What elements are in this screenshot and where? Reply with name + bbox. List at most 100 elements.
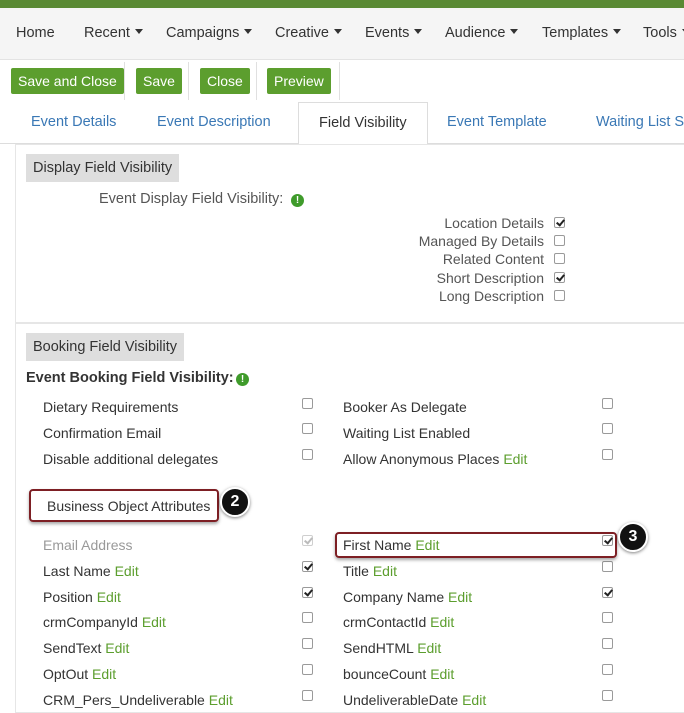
optout-label: OptOut [43, 666, 89, 682]
title-checkbox[interactable] [602, 561, 613, 572]
tab-waiting-list-settings[interactable]: Waiting List Se [596, 102, 684, 144]
nav-templates[interactable]: Templates [542, 8, 622, 60]
tab-event-description[interactable]: Event Description [157, 102, 271, 144]
caret-down-icon [134, 28, 143, 34]
nav-home-label: Home [16, 25, 55, 41]
short-description-checkbox[interactable] [554, 272, 565, 283]
nav-creative-label: Creative [275, 25, 329, 41]
attribute-label: SendHTML Edit [343, 640, 441, 656]
step-3-badge: 3 [618, 522, 648, 552]
display-visibility-label: Event Display Field Visibility: [99, 191, 284, 207]
edit-link[interactable]: Edit [417, 640, 441, 656]
undeliverabledate-checkbox[interactable] [602, 690, 613, 701]
nav-tools[interactable]: Tools [643, 8, 684, 60]
save-and-close-button[interactable]: Save and Close [11, 68, 124, 94]
booking-field-label: Dietary Requirements [43, 399, 179, 415]
attribute-label: OptOut Edit [43, 666, 116, 682]
action-toolbar: Save and Close Save Close Preview [0, 60, 684, 102]
nav-audience[interactable]: Audience [445, 8, 519, 60]
edit-link[interactable]: Edit [448, 589, 472, 605]
location-details-checkbox[interactable] [554, 217, 565, 228]
crmcontactid-checkbox[interactable] [602, 612, 613, 623]
edit-link[interactable]: Edit [115, 563, 139, 579]
last-name-checkbox[interactable] [302, 561, 313, 572]
allow-anonymous-places-checkbox[interactable] [602, 449, 613, 460]
save-button[interactable]: Save [136, 68, 182, 94]
email-address-checkbox [302, 535, 313, 546]
booking-field-label: Booker As Delegate [343, 399, 467, 415]
display-field-label: Location Details [444, 215, 544, 231]
step-2-badge: 2 [220, 487, 250, 517]
attribute-label: Position Edit [43, 589, 121, 605]
nav-recent[interactable]: Recent [84, 8, 143, 60]
display-section-header: Display Field Visibility [26, 154, 180, 182]
dietary-requirements-checkbox[interactable] [302, 398, 313, 409]
managed-by-details-checkbox[interactable] [554, 235, 565, 246]
edit-link[interactable]: Edit [503, 451, 527, 467]
caret-down-icon [414, 28, 423, 34]
tab-event-template[interactable]: Event Template [447, 102, 547, 144]
attribute-label: UndeliverableDate Edit [343, 692, 486, 708]
crmcompanyid-label: crmCompanyId [43, 614, 138, 630]
crm-pers-undeliverable-label: CRM_Pers_Undeliverable [43, 692, 205, 708]
sendhtml-checkbox[interactable] [602, 638, 613, 649]
nav-home[interactable]: Home [16, 8, 55, 60]
toolbar-divider [188, 62, 189, 100]
long-description-checkbox[interactable] [554, 290, 565, 301]
tab-field-visibility[interactable]: Field Visibility [298, 102, 428, 145]
company-name-checkbox[interactable] [602, 587, 613, 598]
crm-pers-undeliverable-checkbox[interactable] [302, 690, 313, 701]
edit-link[interactable]: Edit [430, 666, 454, 682]
undeliverabledate-label: UndeliverableDate [343, 692, 459, 708]
bouncecount-label: bounceCount [343, 666, 427, 682]
nav-campaigns-label: Campaigns [166, 25, 240, 41]
display-field-label: Long Description [438, 288, 544, 304]
booking-field-label: Waiting List Enabled [343, 425, 471, 441]
edit-link[interactable]: Edit [373, 563, 397, 579]
edit-link[interactable]: Edit [92, 666, 116, 682]
crmcompanyid-checkbox[interactable] [302, 612, 313, 623]
preview-button[interactable]: Preview [267, 68, 331, 94]
booking-section-header: Booking Field Visibility [26, 333, 184, 361]
info-icon[interactable]: ! [236, 373, 249, 386]
edit-link[interactable]: Edit [142, 614, 166, 630]
booking-field-label: Allow Anonymous Places Edit [343, 451, 527, 467]
confirmation-email-checkbox[interactable] [302, 423, 313, 434]
nav-campaigns[interactable]: Campaigns [166, 8, 253, 60]
attribute-label: Email Address [43, 537, 132, 553]
attribute-label: bounceCount Edit [343, 666, 454, 682]
callout-highlight-2 [29, 489, 219, 522]
position-checkbox[interactable] [302, 587, 313, 598]
edit-link[interactable]: Edit [209, 692, 233, 708]
position-label: Position [43, 589, 93, 605]
allow-anonymous-places-label: Allow Anonymous Places [343, 451, 500, 467]
callout-highlight-3 [335, 532, 617, 558]
caret-down-icon [510, 28, 519, 34]
caret-down-icon [244, 28, 253, 34]
sendtext-label: SendText [43, 640, 102, 656]
edit-link[interactable]: Edit [430, 614, 454, 630]
info-icon[interactable]: ! [291, 194, 304, 207]
edit-link[interactable]: Edit [462, 692, 486, 708]
attribute-label: Last Name Edit [43, 563, 139, 579]
edit-link[interactable]: Edit [105, 640, 129, 656]
disable-additional-delegates-checkbox[interactable] [302, 449, 313, 460]
crmcontactid-label: crmContactId [343, 614, 427, 630]
booking-visibility-label: Event Booking Field Visibility: [26, 370, 234, 386]
bouncecount-checkbox[interactable] [602, 664, 613, 675]
edit-link[interactable]: Edit [97, 589, 121, 605]
last-name-label: Last Name [43, 563, 111, 579]
related-content-checkbox[interactable] [554, 253, 565, 264]
waiting-list-enabled-checkbox[interactable] [602, 423, 613, 434]
optout-checkbox[interactable] [302, 664, 313, 675]
attribute-label: Title Edit [343, 563, 397, 579]
booker-as-delegate-checkbox[interactable] [602, 398, 613, 409]
sendtext-checkbox[interactable] [302, 638, 313, 649]
nav-events[interactable]: Events [365, 8, 423, 60]
nav-creative[interactable]: Creative [275, 8, 342, 60]
close-button[interactable]: Close [200, 68, 250, 94]
toolbar-divider [256, 62, 257, 100]
toolbar-divider [124, 62, 125, 100]
tab-event-details[interactable]: Event Details [31, 102, 116, 144]
nav-recent-label: Recent [84, 25, 130, 41]
